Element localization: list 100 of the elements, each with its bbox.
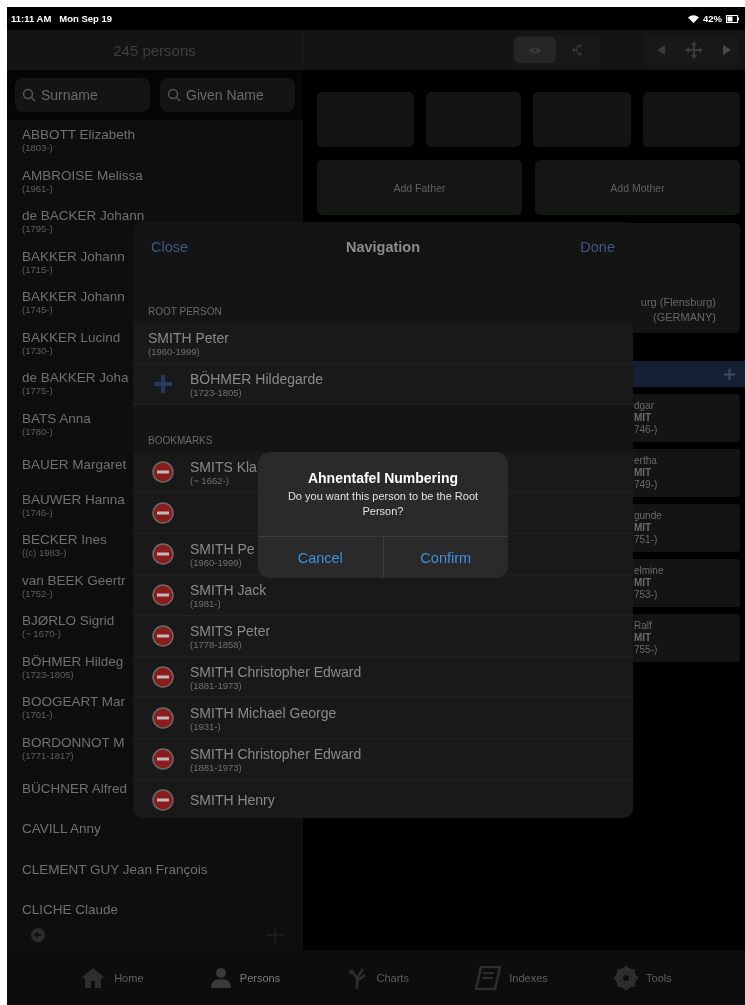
person-name: CLEMENT GUY Jean François: [22, 861, 208, 877]
person-name: AMBROISE Melissa: [22, 167, 143, 183]
life-dates: (1752-): [22, 587, 53, 599]
battery-icon: [726, 14, 739, 23]
delete-icon[interactable]: [151, 748, 174, 770]
alert-message: Do you want this person to be the Root Person?: [286, 489, 480, 518]
place-text: urg (Flensburg): [640, 296, 716, 308]
tab-item[interactable]: Charts: [342, 961, 413, 994]
life-dates: 749-): [634, 479, 658, 491]
add-father-button[interactable]: Add Father: [317, 160, 522, 215]
search-field[interactable]: Surname: [15, 78, 150, 112]
life-dates: (1881-1973): [190, 761, 242, 773]
life-dates: (1960-1999): [190, 556, 242, 568]
move-icon[interactable]: [685, 41, 703, 59]
view-mode-segment[interactable]: [514, 37, 556, 63]
search-field[interactable]: Given Name: [160, 78, 295, 112]
life-dates: (1881-1973): [190, 679, 242, 691]
given-name: gunde: [634, 510, 662, 522]
person-name: BATS Anna: [22, 410, 91, 426]
tab-item[interactable]: Indexes: [471, 961, 552, 994]
delete-icon[interactable]: [151, 707, 174, 729]
surname: MIT: [634, 467, 652, 479]
person-name: SMITS Kla: [190, 458, 257, 475]
life-dates: (1723-1805): [22, 668, 74, 680]
home-icon: [80, 966, 107, 989]
tab-item[interactable]: Home: [76, 962, 148, 993]
life-dates: 746-): [634, 424, 658, 436]
person-name: BAKKER Johann: [22, 289, 125, 305]
life-dates: (1960-1999): [148, 345, 200, 357]
person-name: BJØRLO Sigrid: [22, 613, 115, 629]
life-dates: (1778-1858): [190, 638, 242, 650]
add-icon[interactable]: [153, 375, 172, 393]
person-name: BÖHMER Hildegarde: [190, 370, 324, 387]
surname: MIT: [634, 577, 652, 589]
life-dates: 751-): [634, 534, 658, 546]
person-name: de BACKER Johann: [22, 208, 145, 224]
tab-item[interactable]: Persons: [205, 962, 285, 993]
person-name: BAUWER Hanna: [22, 491, 125, 507]
add-mother-button[interactable]: Add Mother: [535, 160, 740, 215]
gear-icon: [614, 965, 639, 990]
delete-icon[interactable]: [151, 584, 174, 606]
delete-icon[interactable]: [151, 789, 174, 811]
search-icon: [167, 88, 181, 102]
tab-item[interactable]: Tools: [610, 961, 676, 994]
life-dates: (~ 1670-): [22, 628, 61, 640]
person-name: CLICHE Claude: [22, 902, 119, 918]
life-dates: (1746-): [22, 506, 53, 518]
place-text: (GERMANY): [653, 311, 716, 323]
life-dates: (1931-): [190, 720, 221, 732]
life-dates: (1723-1805): [190, 386, 242, 398]
person-icon: [209, 966, 232, 989]
person-name: ABBOTT Elizabeth: [22, 127, 136, 143]
person-name: SMITH Christopher Edward: [190, 663, 362, 680]
left-triangle-icon[interactable]: [657, 45, 665, 55]
delete-icon[interactable]: [151, 625, 174, 647]
life-dates: 753-): [634, 589, 658, 601]
delete-icon[interactable]: [151, 461, 174, 483]
person-name: BÜCHNER Alfred: [22, 780, 128, 796]
battery-percent: 42%: [703, 13, 722, 24]
life-dates: (1745-): [22, 304, 53, 316]
person-name: SMITH Christopher Edward: [190, 745, 362, 762]
person-name: BOOGEART Mar: [22, 694, 126, 710]
life-dates: (1795-): [22, 223, 53, 235]
given-name: dgar: [634, 400, 654, 412]
life-dates: (1803-): [22, 142, 53, 154]
done-button[interactable]: Done: [580, 239, 615, 255]
given-name: ertha: [634, 455, 657, 467]
person-name: BAKKER Lucind: [22, 329, 121, 345]
wifi-icon: [688, 14, 699, 23]
add-icon[interactable]: [724, 368, 735, 380]
person-name: SMITH Jack: [190, 581, 267, 598]
life-dates: (1715-): [22, 263, 53, 275]
surname: MIT: [634, 522, 652, 534]
life-dates: (~ 1662-): [190, 474, 229, 486]
given-name: elmine: [634, 565, 664, 577]
person-name: SMITH Peter: [148, 329, 229, 346]
person-name: BÖHMER Hildeg: [22, 653, 124, 669]
person-name: SMITS Peter: [190, 622, 271, 639]
status-time: 11:11 AM: [11, 13, 52, 24]
back-icon[interactable]: [31, 928, 45, 942]
section-heading: BOOKMARKS: [148, 435, 213, 446]
given-name: Ralf: [634, 620, 652, 632]
life-dates: 755-): [634, 644, 658, 656]
sheet-title: Navigation: [345, 239, 421, 255]
delete-icon[interactable]: [151, 543, 174, 565]
person-name: de BAKKER Joha: [22, 370, 129, 386]
cancel-button[interactable]: Cancel: [258, 537, 383, 578]
life-dates: (1961-): [22, 182, 53, 194]
person-name: BORDONNOT M: [22, 734, 125, 750]
right-triangle-icon[interactable]: [723, 45, 731, 55]
person-name: BAKKER Johann: [22, 248, 125, 264]
close-button[interactable]: Close: [151, 239, 189, 255]
confirm-button[interactable]: Confirm: [382, 537, 508, 578]
delete-icon[interactable]: [151, 666, 174, 688]
delete-icon[interactable]: [151, 502, 174, 524]
person-name: van BEEK Geertr: [22, 572, 126, 588]
person-name: SMITH Pe: [190, 540, 255, 557]
life-dates: (1771-1817): [22, 749, 74, 761]
search-icon: [22, 88, 36, 102]
surname: MIT: [634, 412, 652, 424]
